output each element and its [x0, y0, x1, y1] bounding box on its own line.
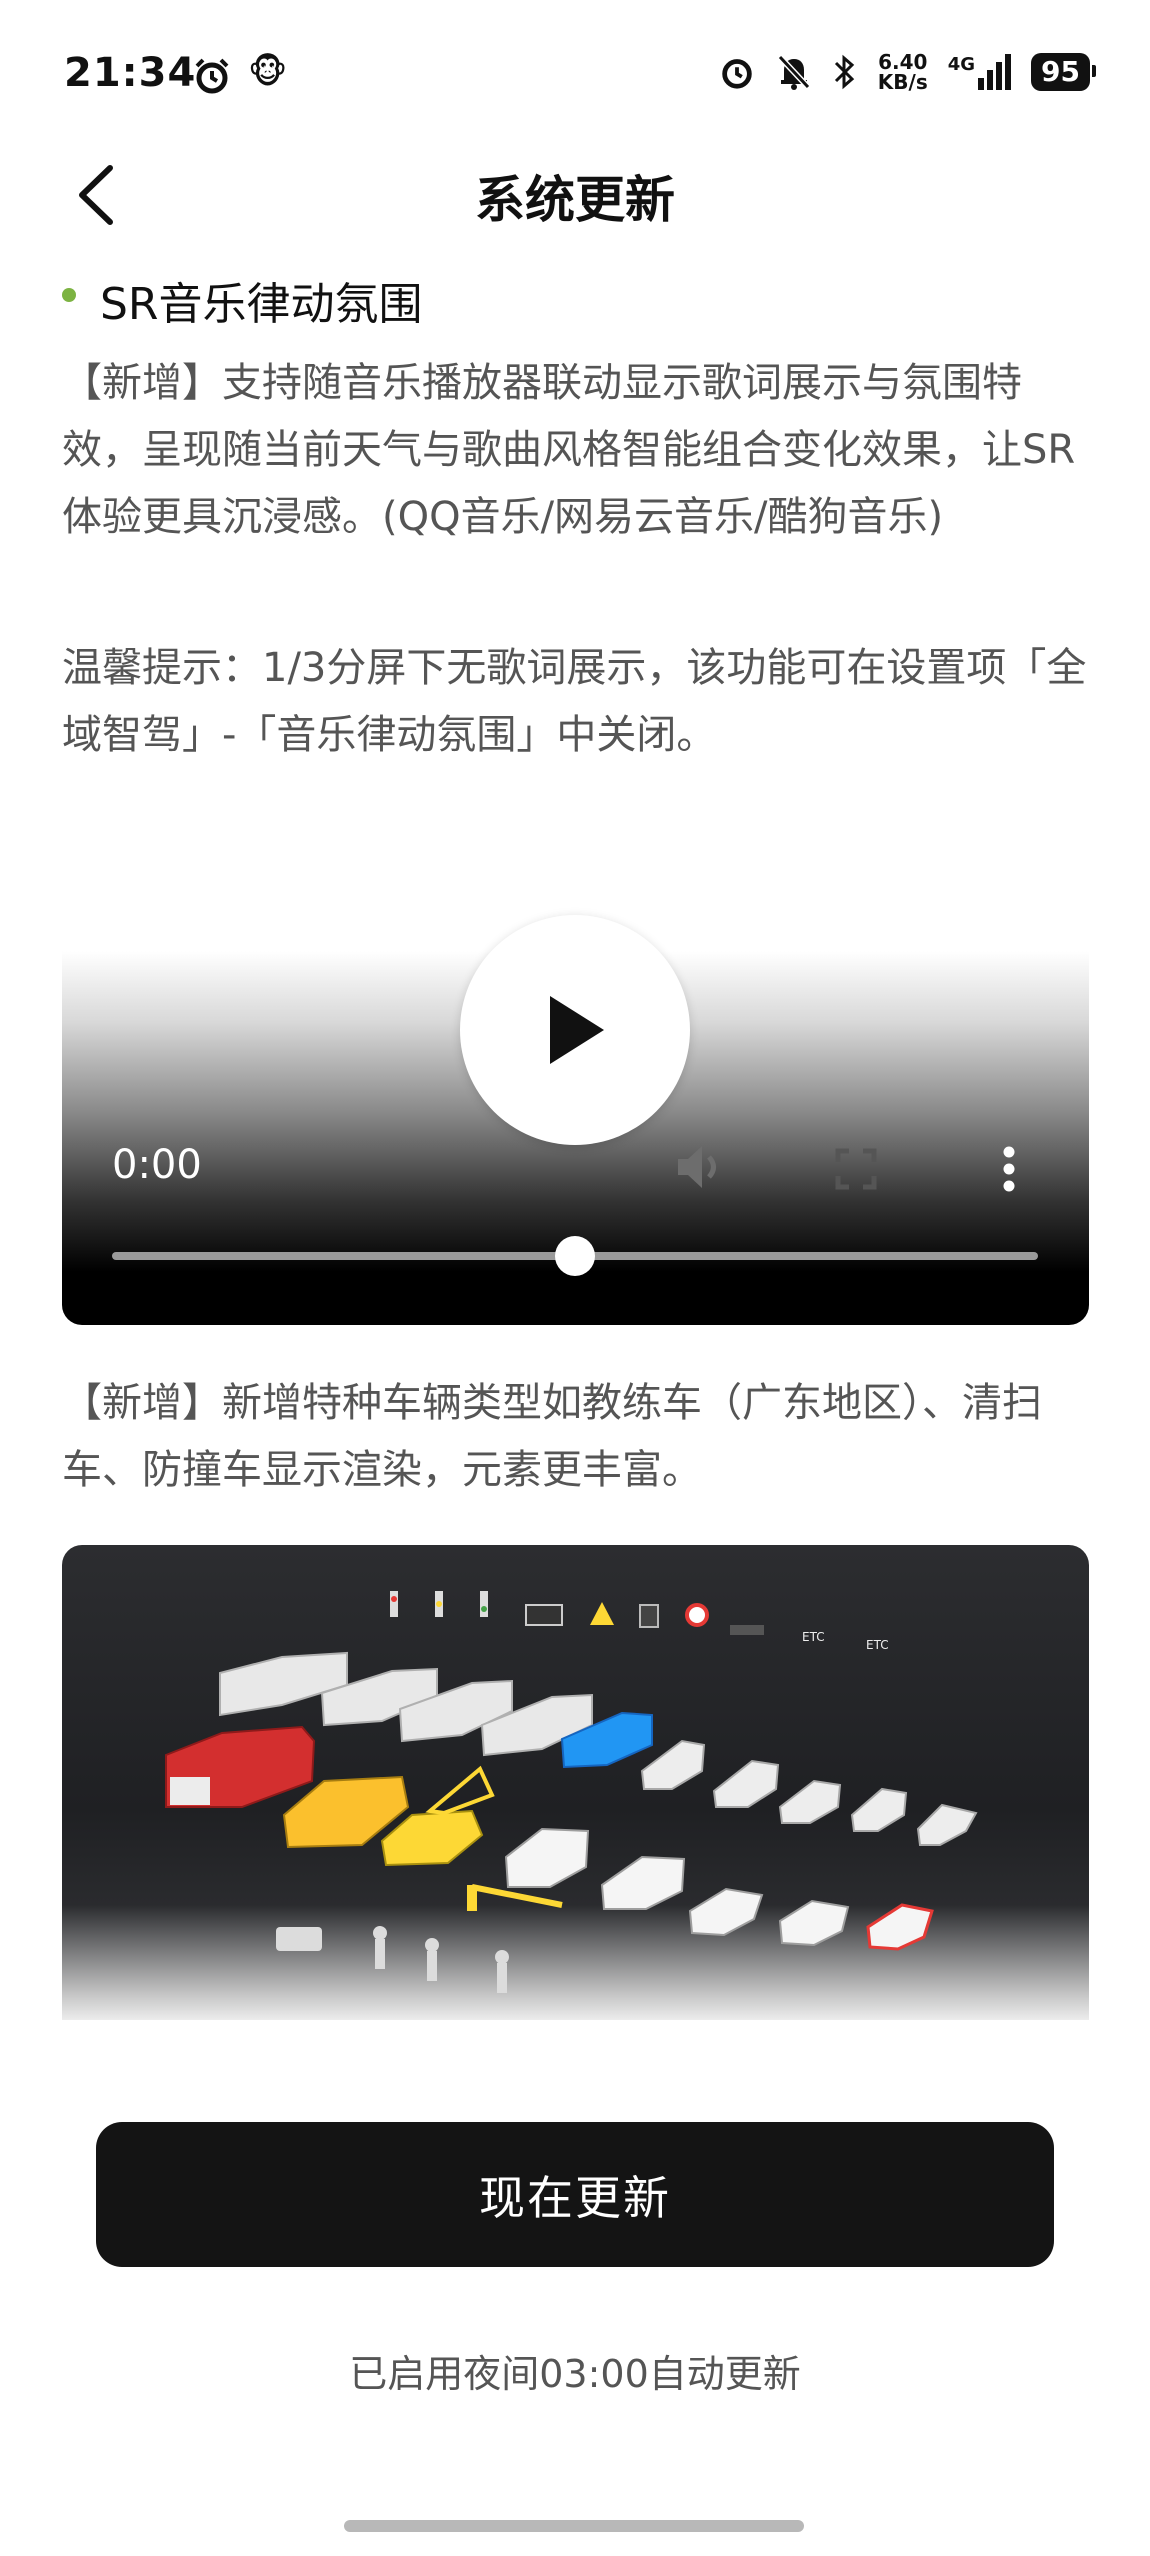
alarm-icon: [192, 56, 232, 100]
network-speed: 6.40 KB/s: [877, 50, 928, 94]
video-time: 0:00: [112, 1142, 202, 1188]
video-player[interactable]: 0:00: [62, 880, 1089, 1325]
page-title: 系统更新: [475, 171, 675, 229]
signal-icon: 4G: [948, 54, 1012, 90]
auto-update-note: 已启用夜间03:00自动更新: [349, 2352, 801, 2396]
bell-off-icon: [777, 54, 810, 90]
status-time: 21:34: [64, 50, 197, 96]
update-now-button[interactable]: 现在更新: [96, 2122, 1054, 2267]
fullscreen-icon[interactable]: [835, 1148, 877, 1194]
more-vertical-icon[interactable]: [1002, 1146, 1016, 1196]
svg-text:ETC: ETC: [802, 1630, 825, 1644]
bullet-dot: [62, 288, 76, 302]
traffic-signs-row: ETC ETC: [390, 1591, 889, 1652]
home-indicator[interactable]: [344, 2520, 804, 2532]
play-button[interactable]: [460, 915, 690, 1145]
battery-icon: 95: [1031, 53, 1096, 91]
bottom-action-panel: [0, 2020, 1150, 2556]
alarm-icon: [722, 59, 752, 89]
app-monkey-icon: 🐵: [248, 52, 288, 92]
tip-paragraph: 温馨提示：1/3分屏下无歌词展示，该功能可在设置项「全域智驾」-「音乐律动氛围」…: [62, 645, 1087, 758]
vehicle-illustration: ETC ETC: [62, 1545, 1089, 2025]
volume-icon[interactable]: [674, 1142, 728, 1196]
section-title: SR音乐律动氛围: [100, 279, 423, 330]
bluetooth-icon: [834, 54, 854, 90]
video-progress-thumb[interactable]: [555, 1236, 595, 1276]
description-paragraph: 【新增】支持随音乐播放器联动显示歌词展示与氛围特效，呈现随当前天气与歌曲风格智能…: [62, 360, 1076, 540]
play-icon: [550, 996, 604, 1064]
status-icons: 6.40 KB/s 4G 95: [718, 50, 1096, 94]
feature-paragraph: 【新增】新增特种车辆类型如教练车（广东地区）、清扫车、防撞车显示渲染，元素更丰富…: [62, 1380, 1042, 1493]
svg-text:ETC: ETC: [866, 1638, 889, 1652]
